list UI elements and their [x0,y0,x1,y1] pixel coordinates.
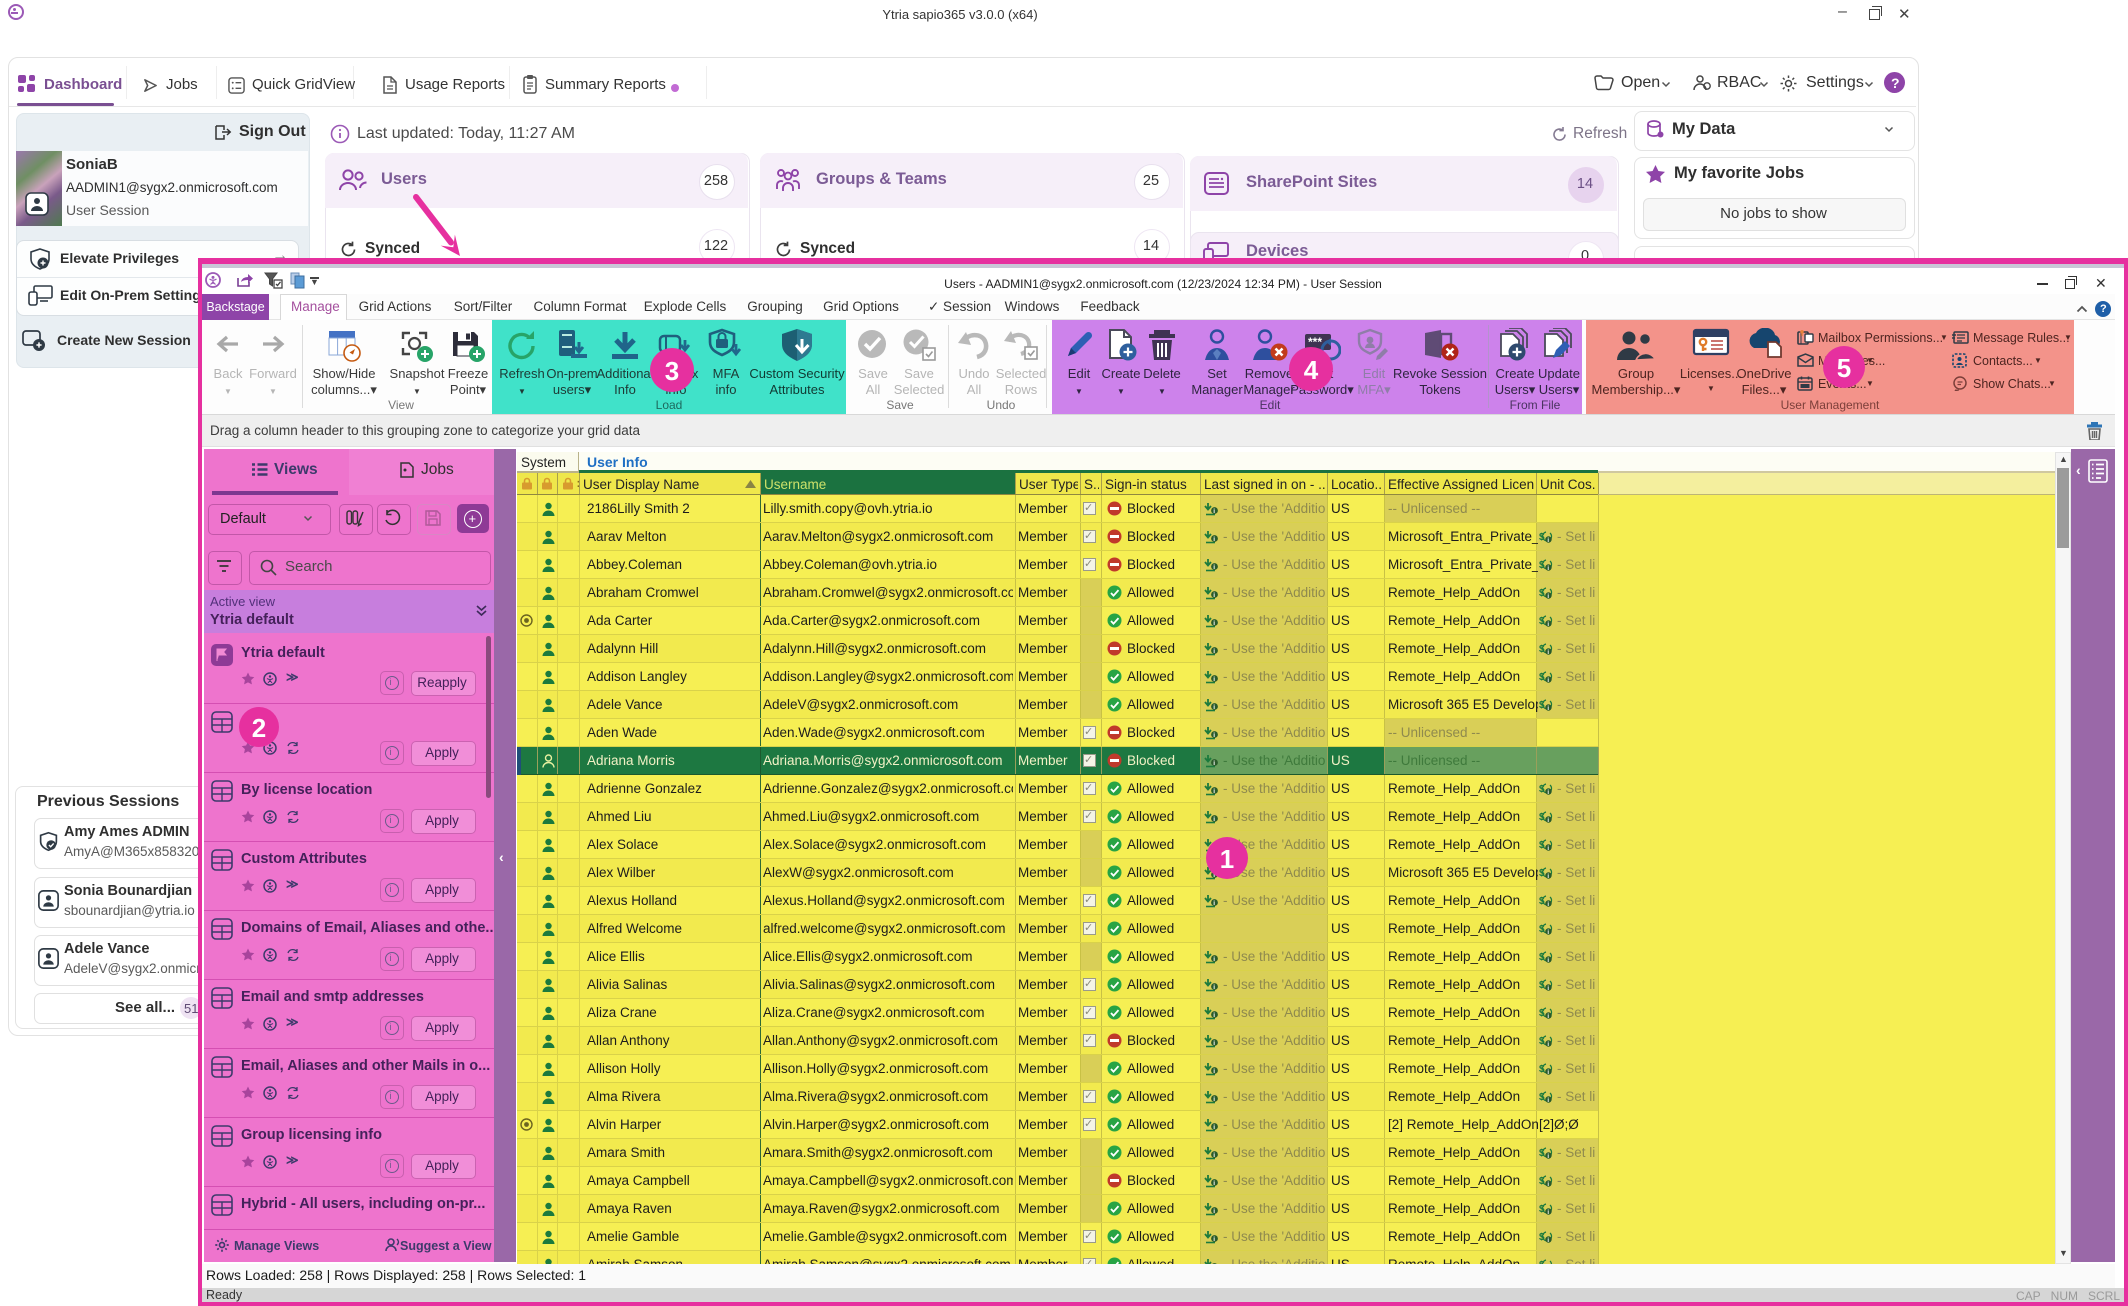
svg-text:i: i [1213,508,1215,515]
svg-text:i: i [1213,1208,1215,1215]
svg-text:i: i [1213,1096,1215,1103]
svg-text:i: i [1213,564,1215,571]
svg-text:i: i [1213,704,1215,711]
svg-text:i: i [1213,1124,1215,1131]
svg-text:i: i [1213,536,1215,543]
svg-text:i: i [1213,592,1215,599]
svg-text:i: i [1213,900,1215,907]
svg-text:i: i [1213,732,1215,739]
svg-text:i: i [1213,760,1215,767]
svg-text:i: i [1213,648,1215,655]
svg-text:i: i [1213,984,1215,991]
svg-text:i: i [1213,816,1215,823]
svg-text:i: i [1213,1236,1215,1243]
svg-text:i: i [1213,1040,1215,1047]
svg-text:i: i [1213,1152,1215,1159]
svg-text:i: i [1213,620,1215,627]
svg-text:i: i [1213,1068,1215,1075]
svg-text:i: i [1213,1180,1215,1187]
svg-text:i: i [1213,1012,1215,1019]
svg-text:i: i [1213,956,1215,963]
svg-text:i: i [1213,676,1215,683]
svg-text:i: i [1213,788,1215,795]
